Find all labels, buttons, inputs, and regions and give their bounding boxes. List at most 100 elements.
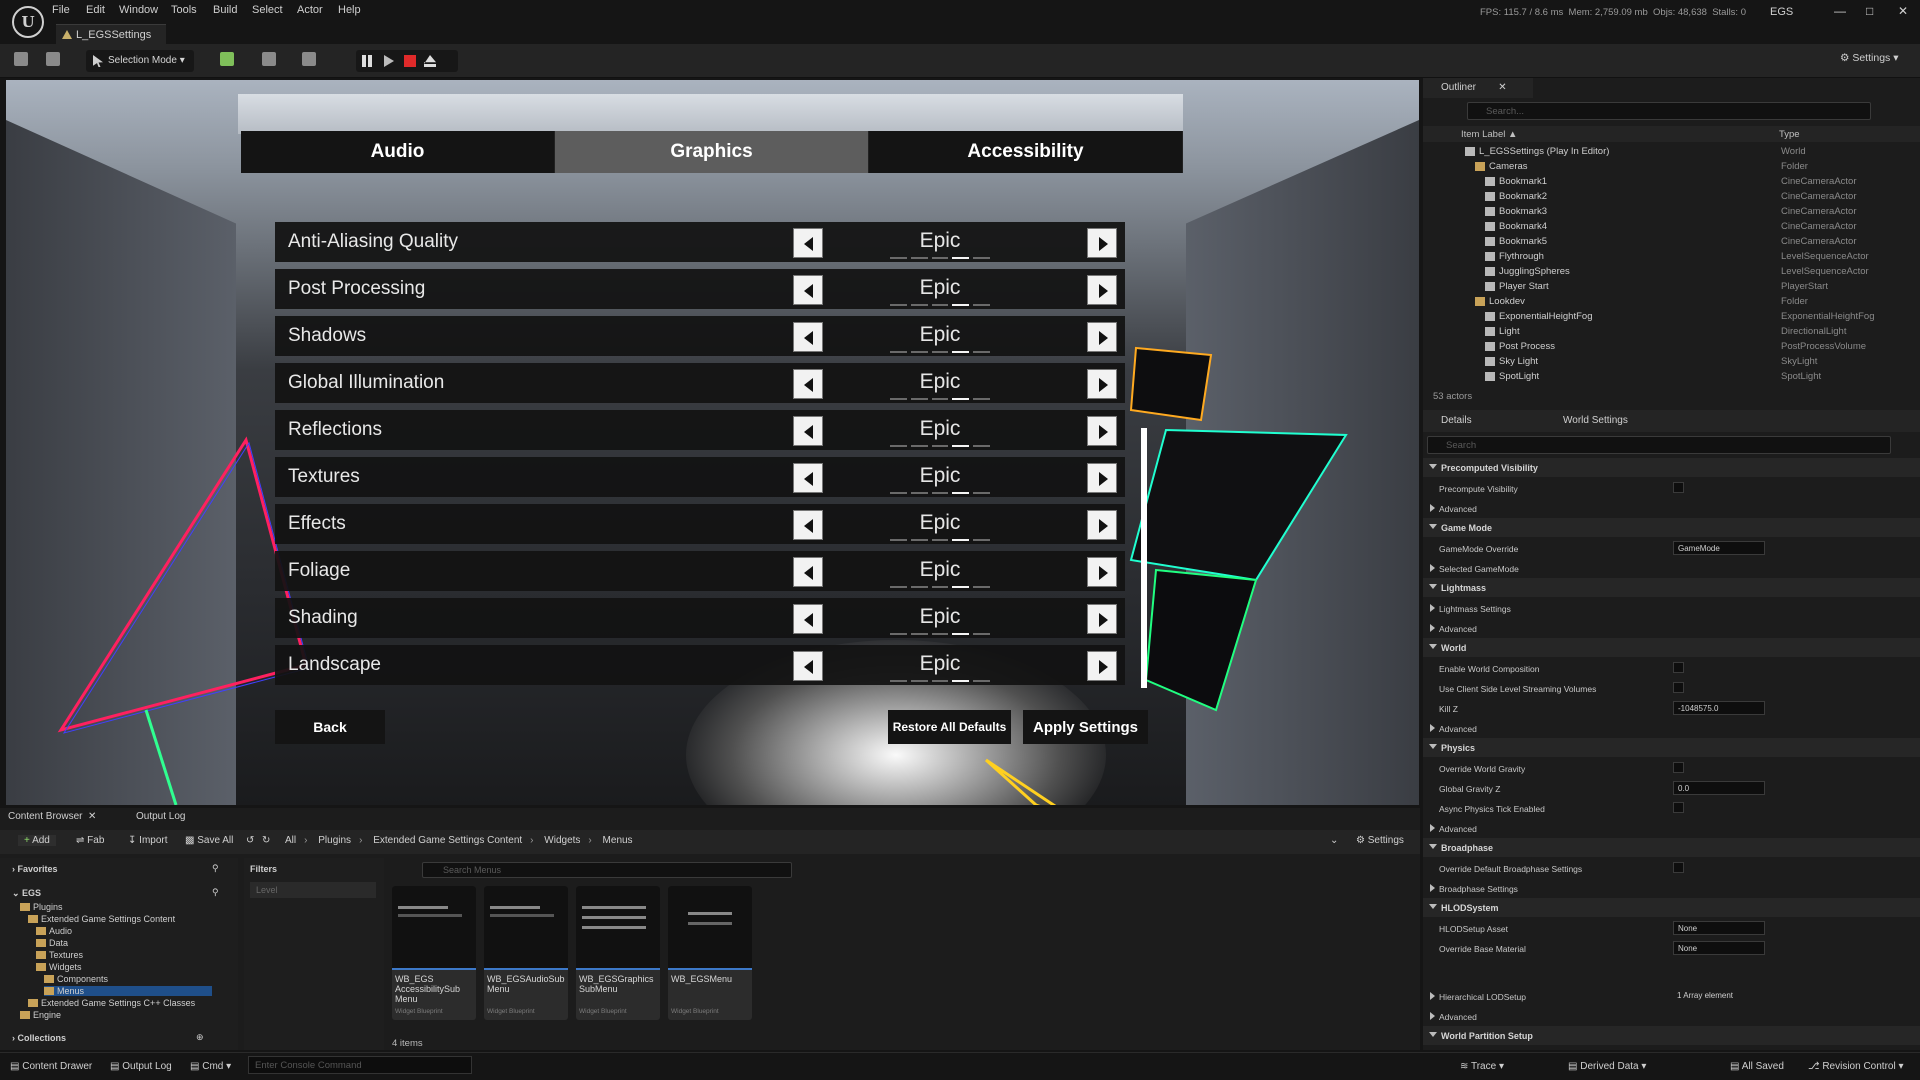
outliner-row[interactable]: Cameras Folder [1423,159,1920,174]
folder-tree-item[interactable]: Extended Game Settings C++ Classes [28,998,195,1008]
outliner-row[interactable]: Sky Light SkyLight [1423,354,1920,369]
crumb-menus[interactable]: Menus [603,835,633,846]
egs-root[interactable]: ⌄ EGS [12,888,41,899]
outliner-tab[interactable]: Outliner ✕ [1423,78,1533,98]
decrease-button[interactable] [793,651,823,681]
output-log-button[interactable]: ▤ Output Log [110,1061,172,1072]
increase-button[interactable] [1087,322,1117,352]
cinematics-icon[interactable] [302,52,316,66]
details-property[interactable]: Override Base Material None [1423,938,1920,958]
details-section[interactable]: Game Mode [1423,518,1920,537]
checkbox[interactable] [1673,802,1684,813]
decrease-button[interactable] [793,463,823,493]
details-section[interactable]: Lightmass [1423,578,1920,597]
tab-audio[interactable]: Audio [241,131,555,173]
add-collection-icon[interactable]: ⊕ [196,1032,204,1043]
details-property[interactable]: Global Gravity Z 0.0 [1423,778,1920,798]
crumb-plugins[interactable]: Plugins [318,835,351,846]
property-value-field[interactable]: 1 Array element [1673,989,1765,1003]
asset-tile[interactable]: WB_EGSMenu Widget Blueprint [668,886,752,1020]
decrease-button[interactable] [793,228,823,258]
folder-tree-item[interactable]: Plugins [20,902,63,912]
outliner-row[interactable]: Bookmark3 CineCameraActor [1423,204,1920,219]
outliner-row[interactable]: Light DirectionalLight [1423,324,1920,339]
settings-scrollbar[interactable] [1141,428,1147,688]
cb-settings-button[interactable]: ⚙ Settings [1356,835,1404,846]
collections-header[interactable]: › Collections [12,1033,66,1043]
pause-icon[interactable] [362,55,372,67]
asset-tile[interactable]: WB_EGSGraphics SubMenu Widget Blueprint [576,886,660,1020]
output-log-tab[interactable]: Output Log [136,808,185,826]
checkbox[interactable] [1673,682,1684,693]
menu-tools[interactable]: Tools [171,4,197,16]
details-section[interactable]: Physics [1423,738,1920,757]
menu-actor[interactable]: Actor [297,4,323,16]
increase-button[interactable] [1087,604,1117,634]
decrease-button[interactable] [793,604,823,634]
increase-button[interactable] [1087,275,1117,305]
folder-tree-item[interactable]: Menus [44,986,212,996]
level-tab[interactable]: L_EGSSettings [56,24,166,44]
trace-button[interactable]: ≋ Trace ▾ [1460,1061,1504,1072]
details-property[interactable]: GameMode Override GameMode [1423,538,1920,558]
details-property[interactable]: HLODSetup Asset None [1423,918,1920,938]
decrease-button[interactable] [793,557,823,587]
increase-button[interactable] [1087,557,1117,587]
details-search-input[interactable]: Search [1427,436,1891,454]
step-icon[interactable] [384,55,394,67]
crumb-egs-content[interactable]: Extended Game Settings Content [373,835,522,846]
outliner-row[interactable]: SpotLight SpotLight [1423,369,1920,384]
apply-settings-button[interactable]: Apply Settings [1023,710,1148,744]
unreal-logo-icon[interactable]: U [12,6,44,38]
outliner-row[interactable]: Bookmark5 CineCameraActor [1423,234,1920,249]
property-value-field[interactable]: None [1673,921,1765,935]
history-forward-icon[interactable]: ↻ [262,835,270,846]
add-actor-icon[interactable] [220,52,234,66]
menu-build[interactable]: Build [213,4,237,16]
increase-button[interactable] [1087,510,1117,540]
folder-tree-item[interactable]: Widgets [36,962,82,972]
favorites-header[interactable]: › Favorites [12,864,58,874]
property-value-field[interactable]: -1048575.0 [1673,701,1765,715]
increase-button[interactable] [1087,228,1117,258]
filter-level[interactable]: Level [250,882,376,898]
blueprint-icon[interactable] [262,52,276,66]
details-property[interactable]: Override World Gravity [1423,758,1920,778]
col-item-label[interactable]: Item Label ▲ [1461,129,1517,140]
world-settings-tab[interactable]: World Settings [1563,415,1628,426]
crumb-all[interactable]: All [285,835,296,846]
folder-tree-item[interactable]: Audio [36,926,72,936]
outliner-row[interactable]: Post Process PostProcessVolume [1423,339,1920,354]
checkbox[interactable] [1673,762,1684,773]
menu-window[interactable]: Window [119,4,158,16]
asset-tile[interactable]: WB_EGS AccessibilitySub Menu Widget Bluep… [392,886,476,1020]
close-icon[interactable]: ✕ [1898,4,1908,18]
details-property[interactable]: Enable World Composition [1423,658,1920,678]
folder-tree-item[interactable]: Extended Game Settings Content [28,914,175,924]
details-expander[interactable]: Advanced [1423,718,1920,738]
selection-mode-dropdown[interactable]: Selection Mode ▾ [86,50,194,72]
save-icon[interactable] [14,52,28,66]
details-expander[interactable]: Advanced [1423,1006,1920,1026]
content-drawer-button[interactable]: ▤ Content Drawer [10,1061,92,1072]
folder-tree-item[interactable]: Data [36,938,68,948]
folder-tree-item[interactable]: Components [44,974,108,984]
back-button[interactable]: Back [275,710,385,744]
fab-button[interactable]: ⇌ Fab [76,835,104,846]
history-back-icon[interactable]: ↺ [246,835,254,846]
asset-tile[interactable]: WB_EGSAudioSub Menu Widget Blueprint [484,886,568,1020]
details-expander[interactable]: Selected GameMode [1423,558,1920,578]
decrease-button[interactable] [793,322,823,352]
details-section[interactable]: World Partition Setup [1423,1026,1920,1045]
increase-button[interactable] [1087,463,1117,493]
minimize-icon[interactable]: — [1834,4,1846,18]
checkbox[interactable] [1673,862,1684,873]
menu-help[interactable]: Help [338,4,361,16]
outliner-row[interactable]: ExponentialHeightFog ExponentialHeightFog [1423,309,1920,324]
restore-defaults-button[interactable]: Restore All Defaults [888,710,1011,744]
decrease-button[interactable] [793,369,823,399]
cmd-dropdown[interactable]: ▤ Cmd ▾ [190,1061,231,1072]
menu-select[interactable]: Select [252,4,283,16]
outliner-row[interactable]: Player Start PlayerStart [1423,279,1920,294]
increase-button[interactable] [1087,369,1117,399]
